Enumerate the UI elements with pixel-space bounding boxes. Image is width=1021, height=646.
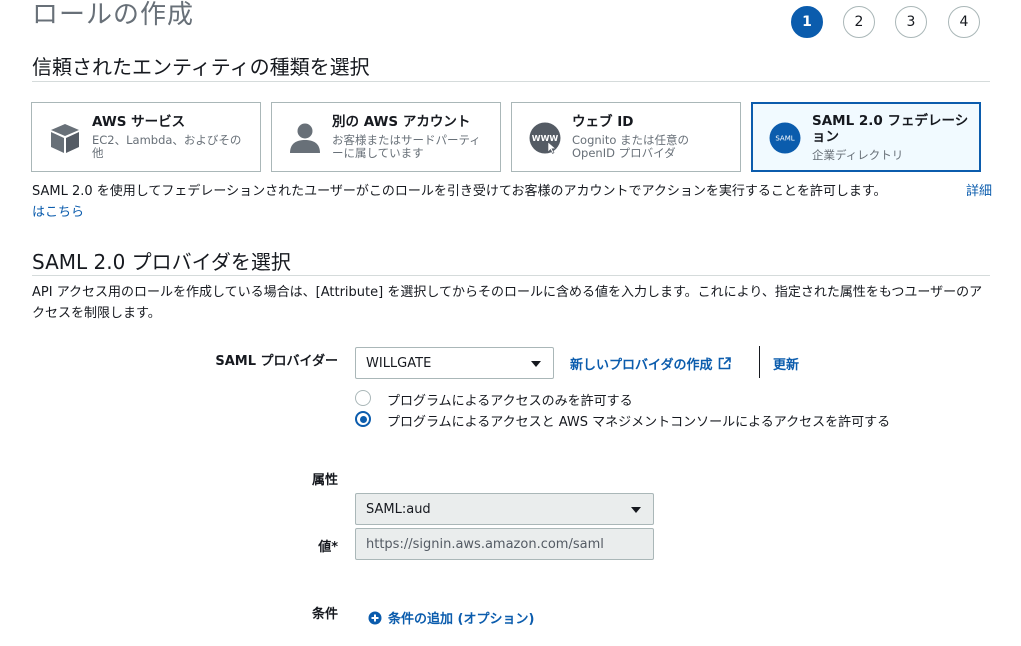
learn-more-link[interactable]: 詳細: [966, 181, 992, 202]
entity-card-aws-service[interactable]: AWS サービス EC2、Lambda、およびその他: [31, 102, 261, 172]
entity-card-saml-federation[interactable]: SAML SAML 2.0 フェデレーション 企業ディレクトリ: [751, 102, 981, 172]
svg-text:WWW: WWW: [532, 134, 559, 143]
page-title: ロールの作成: [32, 0, 195, 30]
entity-card-subtitle: Cognito または任意の OpenID プロバイダ: [572, 133, 690, 160]
add-condition-label: 条件の追加 (オプション): [388, 612, 535, 627]
step-3[interactable]: 3: [895, 6, 927, 38]
section-divider: [32, 81, 990, 82]
svg-text:SAML: SAML: [775, 135, 794, 143]
section-divider: [32, 275, 990, 276]
saml-provider-value: WILLGATE: [366, 355, 432, 371]
saml-description: API アクセス用のロールを作成している場合は、[Attribute] を選択し…: [32, 285, 983, 321]
radio-programmatic-only-label: プログラムによるアクセスのみを許可する: [387, 394, 633, 409]
user-icon: [290, 123, 320, 153]
external-link-icon: [719, 357, 732, 370]
entity-card-subtitle: EC2、Lambda、およびその他: [92, 133, 242, 160]
learn-more-link-continued[interactable]: はこちら: [32, 202, 84, 223]
entity-card-web-identity[interactable]: WWW ウェブ ID Cognito または任意の OpenID プロバイダ: [511, 102, 741, 172]
step-4[interactable]: 4: [948, 6, 980, 38]
saml-provider-heading: SAML 2.0 プロバイダを選択: [32, 250, 291, 274]
value-input[interactable]: https://signin.aws.amazon.com/saml: [355, 528, 654, 560]
saml-provider-select[interactable]: WILLGATE: [355, 347, 554, 379]
saml-provider-label: SAML プロバイダー: [215, 354, 338, 369]
entity-card-subtitle: 企業ディレクトリ: [812, 148, 904, 162]
entity-type-heading: 信頼されたエンティティの種類を選択: [32, 55, 370, 79]
entity-card-title: ウェブ ID: [572, 114, 634, 130]
entity-card-title: SAML 2.0 フェデレーション: [812, 113, 969, 145]
entity-card-subtitle: お客様またはサードパーティーに属しています: [332, 133, 481, 160]
chevron-down-icon: [631, 507, 641, 513]
radio-programmatic-and-console-label: プログラムによるアクセスと AWS マネジメントコンソールによるアクセスを許可す…: [387, 415, 891, 430]
entity-card-title: AWS サービス: [92, 114, 186, 130]
www-icon: WWW: [529, 122, 561, 154]
saml-icon: SAML: [769, 122, 801, 154]
entity-description: SAML 2.0 を使用してフェデレーションされたユーザーがこのロールを引き受け…: [32, 181, 992, 202]
plus-circle-icon: [368, 611, 382, 624]
add-condition-link[interactable]: 条件の追加 (オプション): [368, 608, 534, 627]
create-provider-link[interactable]: 新しいプロバイダの作成: [570, 354, 732, 373]
cube-icon: [51, 124, 79, 153]
attribute-value: SAML:aud: [366, 501, 431, 517]
radio-programmatic-and-console[interactable]: [355, 411, 371, 427]
entity-card-title: 別の AWS アカウント: [332, 114, 471, 130]
condition-label: 条件: [311, 607, 338, 622]
chevron-down-icon: [531, 361, 541, 367]
step-2[interactable]: 2: [843, 6, 875, 38]
attribute-select[interactable]: SAML:aud: [355, 493, 654, 525]
create-provider-label: 新しいプロバイダの作成: [570, 358, 713, 373]
entity-card-other-account[interactable]: 別の AWS アカウント お客様またはサードパーティーに属しています: [271, 102, 501, 172]
link-divider: [759, 346, 760, 378]
radio-programmatic-only[interactable]: [355, 390, 371, 406]
value-label: 値*: [318, 540, 338, 555]
attribute-label: 属性: [311, 473, 338, 488]
entity-description-text: SAML 2.0 を使用してフェデレーションされたユーザーがこのロールを引き受け…: [32, 184, 887, 199]
step-1[interactable]: 1: [791, 6, 823, 38]
refresh-link[interactable]: 更新: [773, 354, 799, 373]
